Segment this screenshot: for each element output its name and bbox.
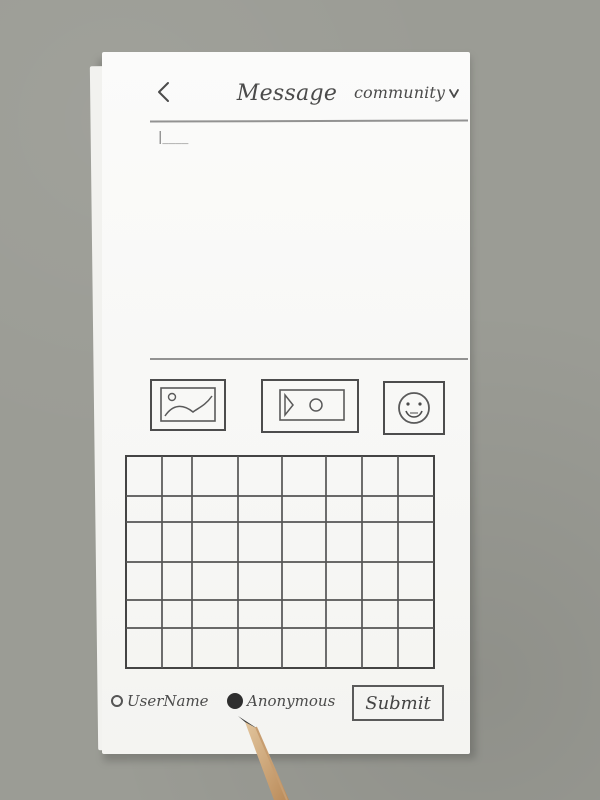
video-icon [261,379,359,433]
anonymous-label: Anonymous [247,692,336,710]
chevron-down-icon [449,88,459,98]
username-radio[interactable] [111,695,123,707]
header-bar: Message community [102,52,470,130]
community-dropdown[interactable]: community [354,83,460,102]
message-divider [150,358,468,360]
keyboard-grid-lines [125,455,435,669]
image-button[interactable] [149,378,227,432]
chevron-left-icon [158,82,169,102]
emoji-icon [383,381,445,435]
keyboard-grid[interactable] [124,454,438,674]
bottom-actions: UserName Anonymous Submit [102,680,470,730]
message-text: |____ [158,130,189,145]
community-label: community [353,83,445,102]
anonymous-option[interactable]: Anonymous [227,692,335,710]
anonymous-radio[interactable] [227,693,243,709]
image-icon [150,379,226,431]
emoji-button[interactable] [382,380,446,436]
back-button[interactable] [154,80,174,104]
message-input-area[interactable]: |____ [152,130,466,358]
page-title: Message [236,81,338,106]
submit-button[interactable]: Submit [352,685,444,721]
video-button[interactable] [260,378,360,434]
username-label: UserName [127,692,209,710]
header-divider [149,119,469,123]
media-toolbar [102,370,470,440]
phone-screen-paper: Message community |____ UserName Anonymo… [102,52,470,754]
username-option[interactable]: UserName [111,692,209,710]
